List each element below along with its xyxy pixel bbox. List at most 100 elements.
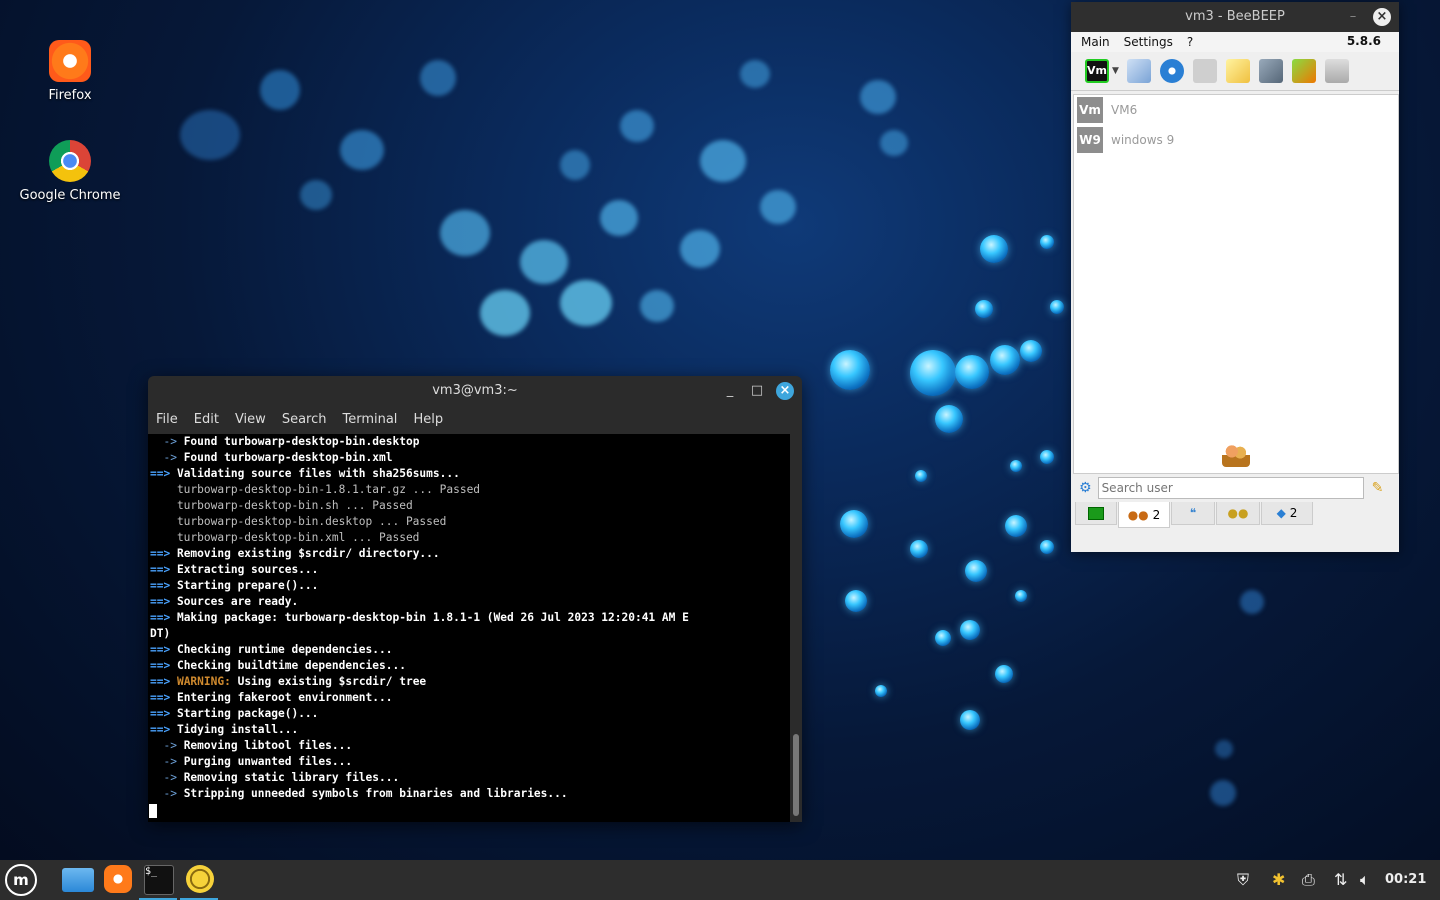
firefox-icon[interactable]: [104, 865, 132, 893]
terminal-line-text: turbowarp-desktop-bin.sh ... Passed: [150, 499, 413, 512]
firefox-icon: [49, 40, 91, 82]
terminal-window: vm3@vm3:~ _ □ × File Edit View Search Te…: [148, 376, 802, 822]
terminal-line-text: turbowarp-desktop-bin.desktop ... Passed: [150, 515, 447, 528]
close-button[interactable]: ×: [776, 382, 794, 400]
tab-groups[interactable]: ●●: [1216, 502, 1260, 525]
terminal-line-text: Checking buildtime dependencies...: [170, 659, 406, 672]
volume-icon[interactable]: 🔈︎: [1360, 870, 1370, 890]
trash-icon[interactable]: [1324, 59, 1349, 83]
list-item[interactable]: Vm VM6: [1074, 95, 1398, 125]
terminal-scrollbar[interactable]: [790, 434, 802, 822]
terminal-line: ==> Extracting sources...: [148, 562, 790, 578]
terminal-line-text: Starting prepare()...: [170, 579, 319, 592]
terminal-line: ==> Tidying install...: [148, 722, 790, 738]
terminal-output[interactable]: -> Found turbowarp-desktop-bin.desktop -…: [148, 434, 790, 822]
terminal-line: -> Removing static library files...: [148, 770, 790, 786]
gear-icon[interactable]: ⚙: [1079, 480, 1092, 496]
search-input[interactable]: [1097, 477, 1364, 499]
terminal-line-prefix: ==>: [150, 467, 171, 480]
terminal-line: ==> Removing existing $srcdir/ directory…: [148, 546, 790, 562]
profile-icon[interactable]: Vm: [1085, 59, 1109, 83]
terminal-line: -> Removing libtool files...: [148, 738, 790, 754]
clock[interactable]: 00:21: [1385, 872, 1426, 887]
terminal-menubar: File Edit View Search Terminal Help: [148, 406, 802, 432]
menu-view[interactable]: View: [235, 412, 266, 427]
menu-main[interactable]: Main: [1081, 35, 1110, 49]
home-icon[interactable]: [1192, 59, 1217, 83]
terminal-line-prefix: ->: [150, 739, 177, 752]
terminal-line: turbowarp-desktop-bin.sh ... Passed: [148, 498, 790, 514]
avatar: W9: [1077, 127, 1103, 153]
edit-profile-icon[interactable]: [1126, 59, 1151, 83]
menu-file[interactable]: File: [156, 412, 178, 427]
tab-count: 2: [1289, 506, 1298, 520]
terminal-line-text: turbowarp-desktop-bin.xml ... Passed: [150, 531, 420, 544]
minimize-button[interactable]: –: [1345, 9, 1361, 25]
list-item[interactable]: W9 windows 9: [1074, 125, 1398, 155]
terminal-icon[interactable]: $_: [144, 865, 174, 895]
user-list: Vm VM6 W9 windows 9: [1073, 94, 1399, 474]
terminal-line-prefix: ->: [150, 787, 177, 800]
terminal-line-text: DT): [150, 627, 171, 640]
groups-icon: ●●: [1227, 506, 1249, 520]
beebeep-icon[interactable]: [186, 865, 214, 893]
minimize-button[interactable]: _: [722, 383, 738, 399]
menu-settings[interactable]: Settings: [1124, 35, 1173, 49]
clear-search-icon[interactable]: ✎: [1372, 480, 1384, 496]
terminal-line: -> Stripping unneeded symbols from binar…: [148, 786, 790, 802]
chat-icon: ❝: [1189, 506, 1197, 520]
terminal-line-text: Making package: turbowarp-desktop-bin 1.…: [170, 611, 689, 624]
network-icon[interactable]: [1159, 59, 1184, 83]
tab-users[interactable]: ●● 2: [1118, 502, 1170, 528]
menu-edit[interactable]: Edit: [194, 412, 219, 427]
desktop-icon-chrome[interactable]: Google Chrome: [15, 140, 125, 203]
taskbar: m $_ ⛨ ✱ ⎙ ⇅ 🔈︎ 00:21: [0, 860, 1440, 900]
beebeep-tray-icon[interactable]: ✱: [1272, 870, 1285, 889]
start-menu-icon[interactable]: m: [5, 864, 37, 896]
tab-count: 2: [1152, 507, 1161, 522]
terminal-line-text: Sources are ready.: [170, 595, 299, 608]
shares-icon: ◆: [1276, 506, 1286, 520]
shield-icon[interactable]: ⛨: [1237, 870, 1249, 890]
tools-icon[interactable]: [1258, 59, 1283, 83]
terminal-line: ==> WARNING: Using existing $srcdir/ tre…: [148, 674, 790, 690]
window-title: vm3 - BeeBEEP: [1185, 9, 1285, 24]
close-button[interactable]: ×: [1373, 8, 1391, 26]
printer-icon[interactable]: ⎙: [1302, 870, 1315, 890]
menu-help[interactable]: ?: [1187, 35, 1193, 49]
update-icon[interactable]: [1291, 59, 1316, 83]
tab-chats[interactable]: ❝: [1171, 502, 1215, 525]
menu-terminal[interactable]: Terminal: [342, 412, 397, 427]
terminal-line-text: Found turbowarp-desktop-bin.desktop: [176, 435, 420, 448]
terminal-line-text: turbowarp-desktop-bin-1.8.1.tar.gz ... P…: [150, 483, 481, 496]
beebeep-window: vm3 - BeeBEEP – × Main Settings ? 5.8.6 …: [1071, 2, 1399, 552]
version-label: 5.8.6: [1346, 34, 1381, 48]
chevron-down-icon[interactable]: ▼: [1112, 66, 1119, 76]
scrollbar-thumb[interactable]: [793, 734, 799, 816]
terminal-cursor: [149, 804, 157, 818]
menu-search[interactable]: Search: [282, 412, 327, 427]
terminal-line: ==> Entering fakeroot environment...: [148, 690, 790, 706]
tab-status[interactable]: [1075, 502, 1117, 525]
beebeep-titlebar[interactable]: vm3 - BeeBEEP – ×: [1071, 2, 1399, 32]
terminal-line: turbowarp-desktop-bin.xml ... Passed: [148, 530, 790, 546]
files-icon[interactable]: [62, 868, 94, 892]
terminal-line-prefix: ->: [150, 435, 177, 448]
avatar: Vm: [1077, 97, 1103, 123]
terminal-line-text: Checking runtime dependencies...: [170, 643, 393, 656]
users-group-icon: [1222, 443, 1250, 467]
terminal-titlebar[interactable]: vm3@vm3:~ _ □ ×: [148, 376, 802, 406]
terminal-line: turbowarp-desktop-bin-1.8.1.tar.gz ... P…: [148, 482, 790, 498]
terminal-line-prefix: ==>: [150, 611, 171, 624]
status-icon: [1088, 506, 1104, 520]
terminal-line-prefix: ==>: [150, 723, 171, 736]
terminal-line: -> Found turbowarp-desktop-bin.xml: [148, 450, 790, 466]
tab-shares[interactable]: ◆ 2: [1261, 502, 1313, 525]
menu-help[interactable]: Help: [413, 412, 443, 427]
terminal-line-text: Purging unwanted files...: [176, 755, 353, 768]
user-name: VM6: [1111, 103, 1138, 117]
network-icon[interactable]: ⇅: [1334, 870, 1347, 889]
desktop-icon-firefox[interactable]: Firefox: [15, 40, 125, 103]
maximize-button[interactable]: □: [749, 383, 765, 399]
write-icon[interactable]: [1225, 59, 1250, 83]
